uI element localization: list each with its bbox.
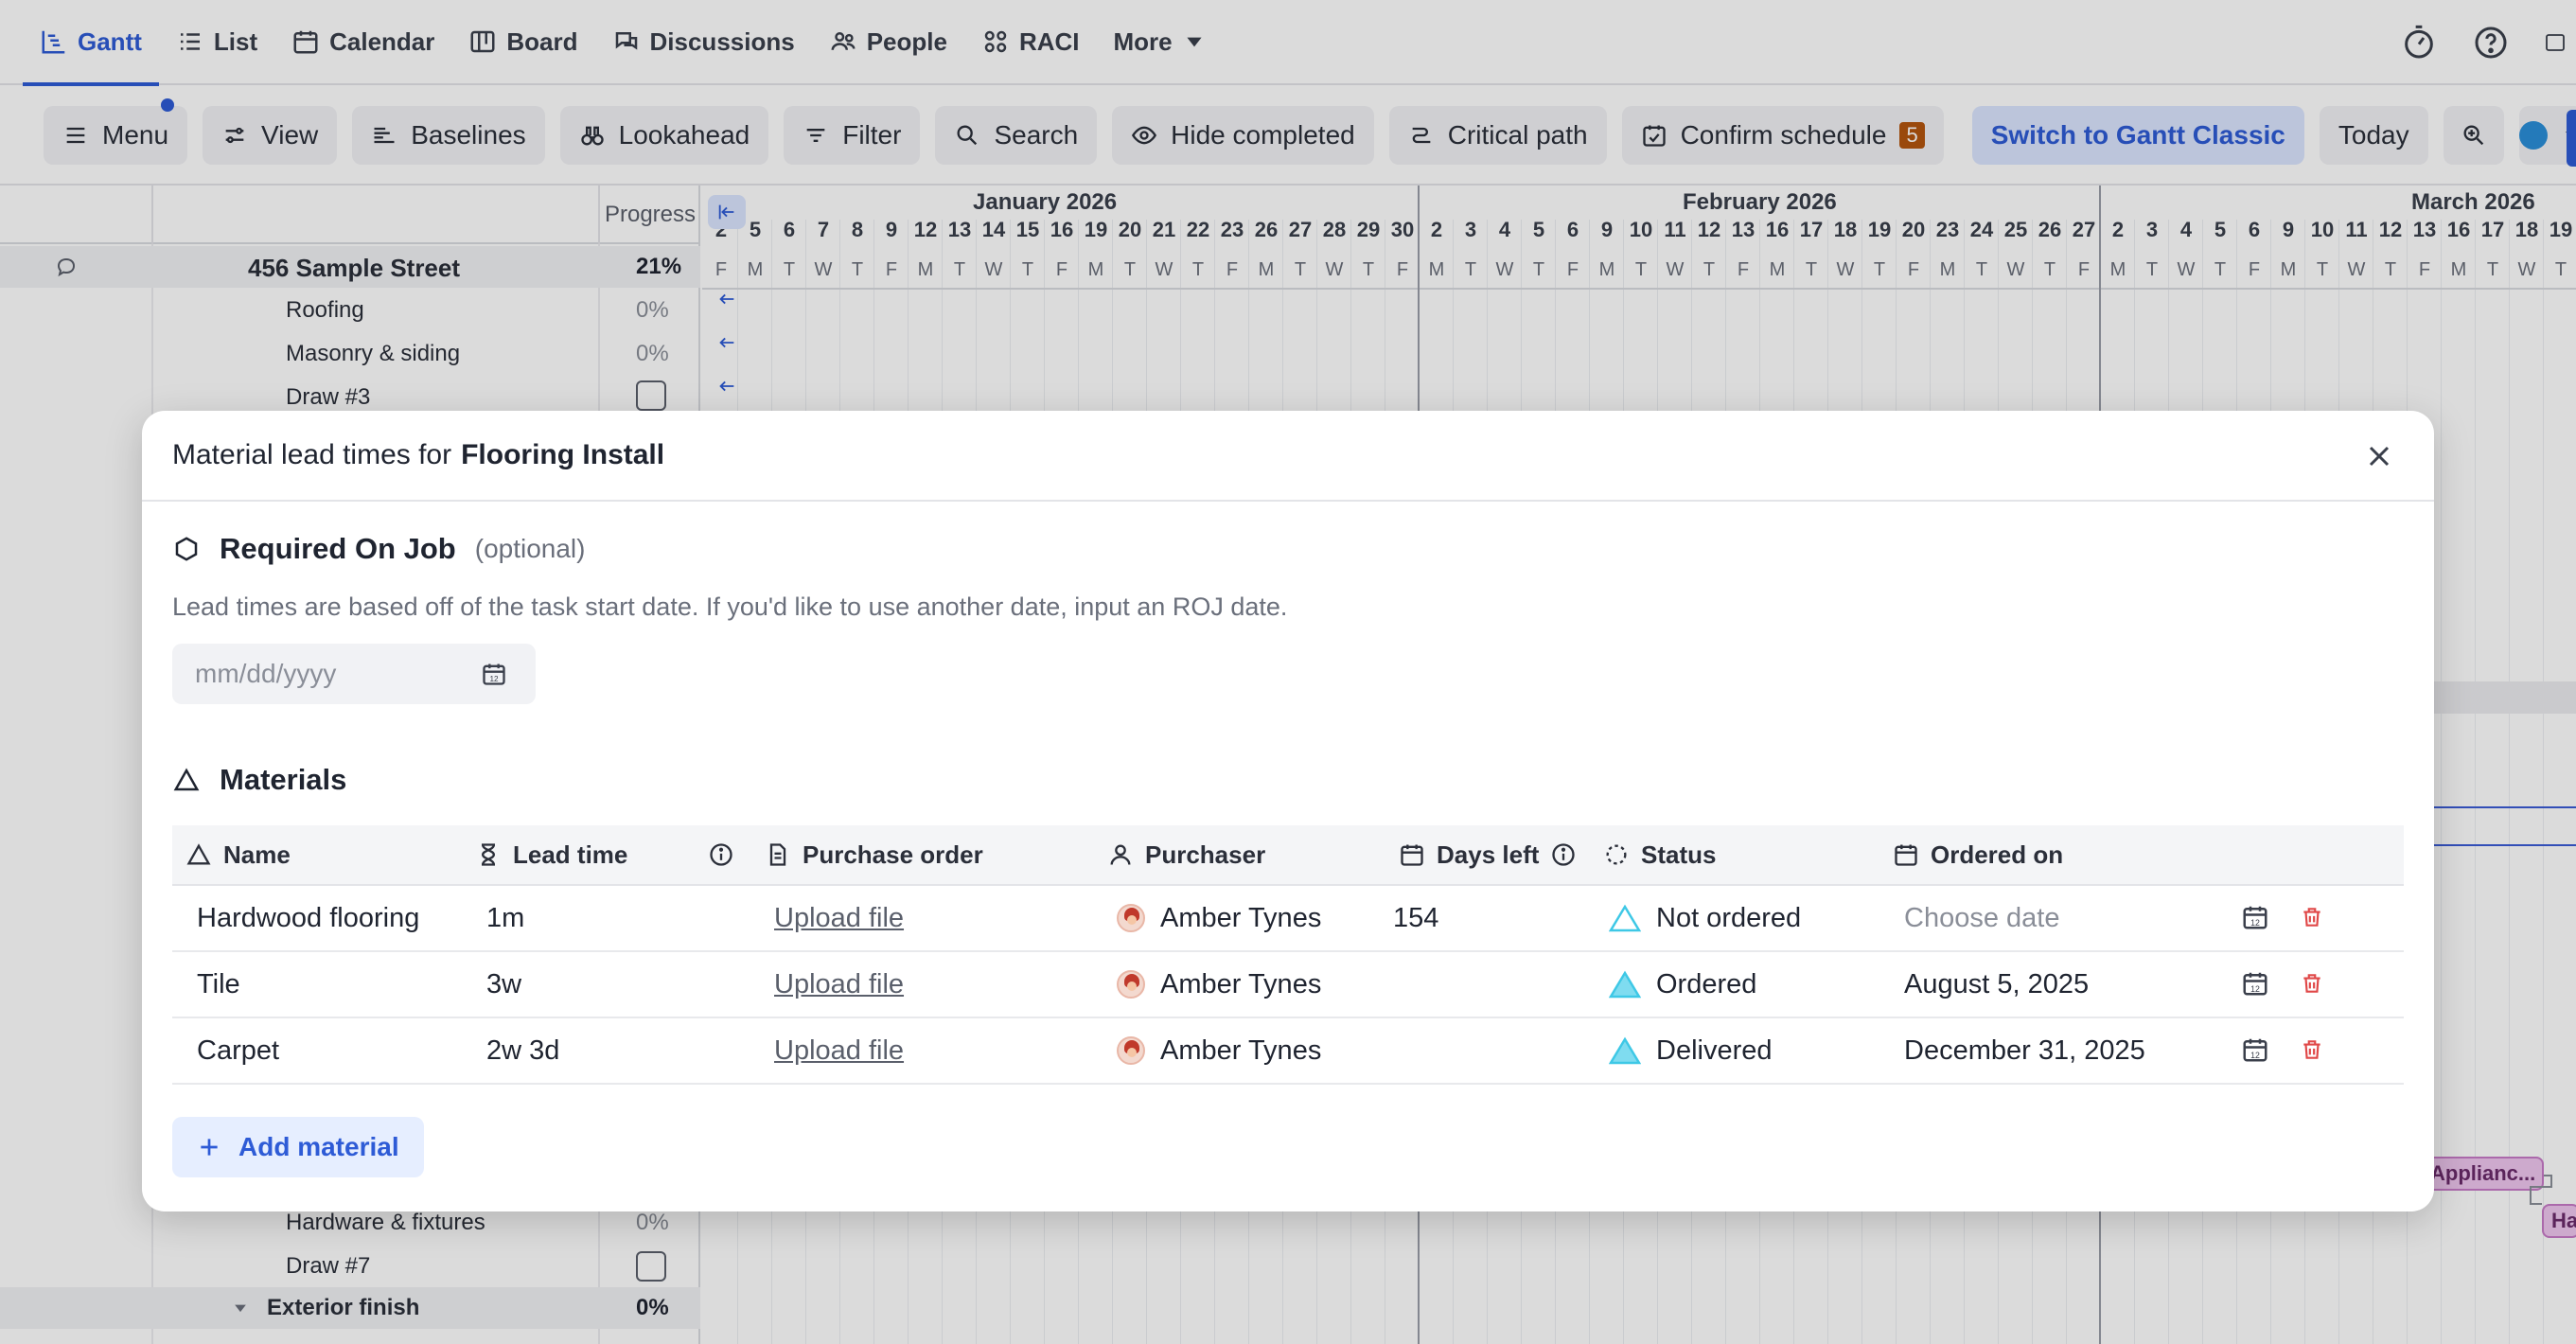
purchaser-cell[interactable]: Amber Tynes [1117,952,1321,1017]
status-label: Delivered [1656,1035,1773,1066]
materials-title: Materials [220,763,347,796]
status-cell[interactable]: Not ordered [1609,886,1801,950]
person-icon [1110,844,1131,865]
svg-text:12: 12 [2250,1051,2260,1060]
svg-text:12: 12 [2250,918,2260,928]
roj-help-text: Lead times are based off of the task sta… [172,592,1288,621]
purchaser-name: Amber Tynes [1160,902,1322,933]
svg-text:12: 12 [489,675,499,683]
trash-icon[interactable] [2300,1037,2324,1062]
ordered-on-date[interactable]: Choose date [1904,886,2059,950]
upload-file-link[interactable]: Upload file [774,952,904,1017]
hexagon-icon [175,537,198,561]
status-label: Ordered [1656,968,1757,999]
trash-icon[interactable] [2300,905,2324,929]
purchaser-cell[interactable]: Amber Tynes [1117,1018,1321,1083]
col-status[interactable]: Status [1603,840,1716,870]
roj-title: Required On Job [220,532,456,565]
status-dashed-circle-icon [1606,844,1627,865]
col-ordered-on[interactable]: Ordered on [1893,840,2063,870]
dialog-title-task: Flooring Install [461,439,665,470]
material-name[interactable]: Hardwood flooring [197,886,419,950]
calendar-icon [1401,844,1423,866]
calendar-icon[interactable]: 12 [2241,1035,2269,1064]
hourglass-icon [481,843,496,866]
col-status-label: Status [1641,840,1717,869]
material-lead-times-dialog: Material lead times for Flooring Install… [142,411,2434,1211]
ordered-on-date[interactable]: December 31, 2025 [1904,1018,2145,1083]
col-lead-time-label: Lead time [513,840,628,869]
status-cell[interactable]: Ordered [1609,952,1756,1017]
col-purchaser-label: Purchaser [1145,840,1266,869]
dialog-title-prefix: Material lead times for [172,439,452,470]
triangle-icon [173,768,200,791]
dialog-header: Material lead times for Flooring Install [142,411,2434,502]
days-left-value: 154 [1393,902,1439,933]
upload-file-link[interactable]: Upload file [774,886,904,950]
material-lead-time[interactable]: 2w 3d [486,1018,559,1083]
lead-time-info[interactable] [708,841,734,868]
status-triangle-icon [1609,904,1641,932]
status-cell[interactable]: Delivered [1609,1018,1773,1083]
status-triangle-icon [1609,1036,1641,1065]
close-icon[interactable] [2362,439,2396,473]
col-days-left-label: Days left [1437,840,1540,869]
status-triangle-icon [1609,970,1641,999]
roj-section-title: Required On Job (optional) [172,532,585,566]
roj-optional: (optional) [474,534,586,563]
avatar [1117,1036,1145,1065]
col-days-left[interactable]: Days left [1399,840,1577,870]
svg-text:12: 12 [2250,984,2260,994]
roj-date-placeholder: mm/dd/yyyy [195,659,337,688]
material-row: Tile 3w Upload file Amber Tynes Ordered … [172,952,2404,1018]
info-icon [710,843,732,866]
upload-file-link[interactable]: Upload file [774,1018,904,1083]
add-material-button[interactable]: Add material [172,1117,424,1177]
material-lead-time[interactable]: 3w [486,952,521,1017]
avatar [1117,904,1145,932]
material-row: Hardwood flooring 1m Upload file Amber T… [172,886,2404,952]
purchaser-cell[interactable]: Amber Tynes [1117,886,1321,950]
calendar-icon[interactable]: 12 [481,661,507,687]
triangle-icon [186,843,211,865]
col-lead-time[interactable]: Lead time [475,840,627,870]
materials-section-title: Materials [172,763,346,797]
table-header: Name Lead time Purchase order Purchaser … [172,825,2404,886]
col-ordered-on-label: Ordered on [1931,840,2064,869]
plus-icon [201,1139,218,1156]
calendar-icon[interactable]: 12 [2241,903,2269,931]
col-purchase-order[interactable]: Purchase order [765,840,983,870]
trash-icon[interactable] [2300,971,2324,996]
add-material-label: Add material [238,1132,399,1161]
calendar-icon[interactable]: 12 [2241,969,2269,998]
col-purchase-order-label: Purchase order [803,840,983,869]
material-lead-time[interactable]: 1m [486,886,524,950]
material-name[interactable]: Carpet [197,1018,279,1083]
purchaser-name: Amber Tynes [1160,968,1322,999]
materials-table: Name Lead time Purchase order Purchaser … [172,825,2404,1085]
col-name-label: Name [223,840,291,869]
avatar [1117,970,1145,999]
material-row: Carpet 2w 3d Upload file Amber Tynes Del… [172,1018,2404,1085]
calendar-icon [1895,844,1917,866]
ordered-on-date[interactable]: August 5, 2025 [1904,952,2089,1017]
col-name[interactable]: Name [185,840,291,870]
roj-date-input[interactable]: mm/dd/yyyy 12 [172,644,536,704]
status-label: Not ordered [1656,902,1802,933]
document-icon [769,843,786,866]
col-purchaser[interactable]: Purchaser [1107,840,1265,870]
purchaser-name: Amber Tynes [1160,1035,1322,1066]
info-icon[interactable] [1550,841,1577,868]
material-name[interactable]: Tile [197,952,240,1017]
